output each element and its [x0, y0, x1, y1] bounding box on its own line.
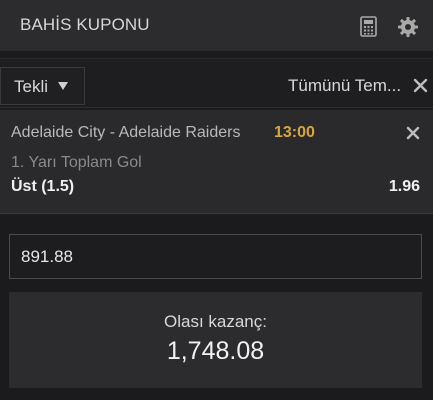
caret-down-icon — [58, 82, 68, 90]
potential-winnings-label: Olası kazanç: — [164, 312, 267, 331]
odds-value: 1.96 — [388, 178, 420, 195]
bet-type-label: Tekli — [14, 77, 49, 96]
match-time: 13:00 — [274, 124, 315, 141]
bet-type-dropdown[interactable]: Tekli — [0, 67, 85, 105]
remove-bet-icon[interactable] — [406, 126, 420, 140]
potential-winnings-panel: Olası kazanç: 1,748.08 — [9, 292, 422, 388]
bet-slip-title: BAHİS KUPONU — [20, 15, 150, 34]
selection-name: Üst (1.5) — [11, 178, 75, 195]
bet-slip-toolbar: Tekli Tümünü Tem... — [0, 58, 433, 108]
close-icon[interactable] — [413, 78, 428, 93]
stake-input[interactable] — [9, 234, 422, 279]
bet-selection-card: Adelaide City - Adelaide Raiders 13:00 1… — [0, 110, 433, 214]
calculator-icon[interactable] — [360, 16, 377, 37]
match-name: Adelaide City - Adelaide Raiders — [11, 124, 241, 141]
bet-slip-header: BAHİS KUPONU — [0, 0, 433, 52]
gear-icon[interactable] — [398, 17, 418, 37]
potential-winnings-amount: 1,748.08 — [166, 337, 265, 365]
market-name: 1. Yarı Toplam Gol — [11, 154, 142, 171]
clear-all-link[interactable]: Tümünü Tem... — [288, 76, 406, 96]
